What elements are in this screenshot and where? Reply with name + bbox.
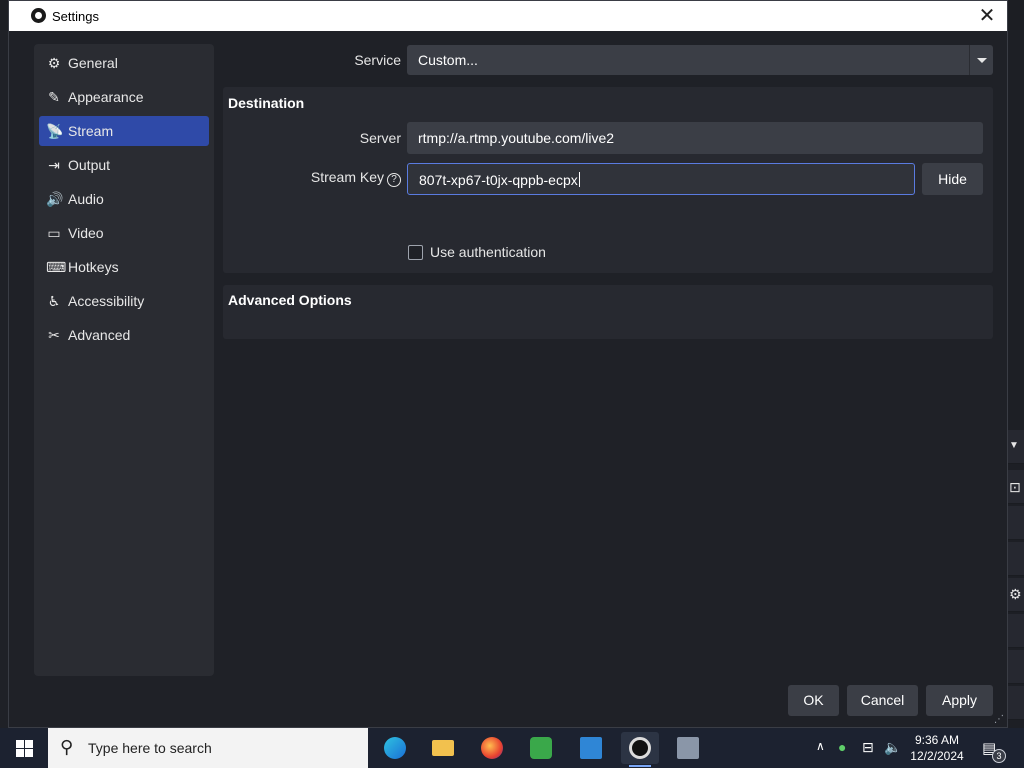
edge-icon bbox=[384, 737, 406, 759]
app-green-icon bbox=[530, 737, 552, 759]
help-icon[interactable]: ? bbox=[387, 173, 401, 187]
title-bar: Settings ✕ bbox=[9, 1, 1007, 31]
taskbar-app-green[interactable] bbox=[522, 732, 560, 764]
sidebar-item-label: Accessibility bbox=[68, 293, 145, 309]
search-placeholder: Type here to search bbox=[88, 740, 212, 756]
window-icon: ⊡ bbox=[1009, 479, 1021, 495]
search-icon: ⚲ bbox=[60, 737, 74, 757]
appearance-icon: ✎ bbox=[48, 89, 60, 105]
network-icon[interactable]: ⊟ bbox=[862, 739, 874, 756]
sidebar-item-output[interactable]: ⇥ Output bbox=[39, 150, 209, 180]
sidebar-item-label: Advanced bbox=[68, 327, 131, 343]
taskbar-clock[interactable]: 9:36 AM 12/2/2024 bbox=[906, 732, 968, 764]
windows-logo-icon bbox=[16, 740, 33, 757]
service-value: Custom... bbox=[418, 52, 478, 68]
cancel-button[interactable]: Cancel bbox=[847, 685, 918, 716]
stream-key-value: 807t-xp67-t0jx-qppb-ecpx bbox=[419, 172, 578, 188]
chevron-up-icon[interactable]: ∧ bbox=[816, 739, 825, 753]
settings-window: Settings ✕ ⚙ General ✎ Appearance 📡 Stream ⇥ Ou… bbox=[8, 0, 1008, 728]
use-authentication-checkbox[interactable] bbox=[408, 245, 423, 260]
advanced-options-title: Advanced Options bbox=[228, 292, 352, 308]
service-select[interactable]: Custom... bbox=[407, 45, 993, 75]
sidebar-item-stream[interactable]: 📡 Stream bbox=[39, 116, 209, 146]
sidebar-item-video[interactable]: ▭ Video bbox=[39, 218, 209, 248]
clock-date: 12/2/2024 bbox=[910, 749, 964, 763]
user-icon[interactable]: ● bbox=[838, 739, 846, 755]
clock-time: 9:36 AM bbox=[914, 733, 960, 747]
server-input[interactable]: rtmp://a.rtmp.youtube.com/live2 bbox=[407, 122, 983, 154]
volume-icon[interactable]: 🔈 bbox=[884, 739, 901, 756]
apply-button[interactable]: Apply bbox=[926, 685, 993, 716]
taskbar: ⚲ Type here to search ∧ ● ⊟ 🔈 9:36 AM 12… bbox=[0, 728, 1024, 768]
taskbar-app-firefox[interactable] bbox=[473, 732, 511, 764]
server-value: rtmp://a.rtmp.youtube.com/live2 bbox=[418, 130, 615, 146]
stream-key-input[interactable]: 807t-xp67-t0jx-qppb-ecpx bbox=[407, 163, 915, 195]
chevron-down-icon bbox=[977, 58, 987, 63]
text-caret bbox=[578, 172, 580, 187]
app-image-icon bbox=[677, 737, 699, 759]
sidebar-item-label: Stream bbox=[68, 123, 114, 139]
speaker-icon: 🔊 bbox=[46, 191, 64, 207]
sidebar-item-accessibility[interactable]: ♿ Accessibility bbox=[39, 286, 209, 316]
app-blue-icon bbox=[580, 737, 602, 759]
window-title: Settings bbox=[52, 9, 99, 24]
start-button[interactable] bbox=[0, 728, 48, 768]
keyboard-icon: ⌨ bbox=[46, 259, 67, 275]
obs-icon bbox=[629, 737, 651, 759]
accessibility-icon: ♿ bbox=[47, 293, 61, 309]
taskbar-app-blue[interactable] bbox=[572, 732, 610, 764]
sidebar-item-advanced[interactable]: ✂ Advanced bbox=[39, 320, 209, 350]
resize-grip-icon[interactable]: ⋰ bbox=[994, 714, 1004, 725]
sidebar-item-audio[interactable]: 🔊 Audio bbox=[39, 184, 209, 214]
sidebar-item-hotkeys[interactable]: ⌨ Hotkeys bbox=[39, 252, 209, 282]
sidebar-item-label: General bbox=[68, 55, 118, 71]
sidebar-item-label: Appearance bbox=[68, 89, 144, 105]
taskbar-app-edge[interactable] bbox=[376, 732, 414, 764]
service-dropdown-toggle[interactable] bbox=[969, 45, 993, 75]
firefox-icon bbox=[481, 737, 503, 759]
gear-icon: ⚙ bbox=[1009, 586, 1022, 602]
output-icon: ⇥ bbox=[48, 157, 60, 173]
gear-icon: ⚙ bbox=[47, 55, 61, 71]
sidebar-item-general[interactable]: ⚙ General bbox=[39, 48, 209, 78]
chevron-down-icon: ▼ bbox=[1009, 440, 1019, 451]
sidebar-item-label: Output bbox=[68, 157, 111, 173]
ok-button[interactable]: OK bbox=[788, 685, 839, 716]
sidebar-item-label: Video bbox=[68, 225, 104, 241]
sidebar-item-label: Audio bbox=[68, 191, 104, 207]
destination-title: Destination bbox=[228, 95, 305, 111]
monitor-icon: ▭ bbox=[47, 225, 61, 241]
stream-key-label-group: Stream Key? bbox=[299, 169, 401, 187]
taskbar-app-obs[interactable] bbox=[621, 732, 659, 767]
advanced-options-group: Advanced Options bbox=[223, 285, 993, 339]
file-explorer-icon bbox=[432, 740, 454, 756]
settings-sidebar: ⚙ General ✎ Appearance 📡 Stream ⇥ Output 🔊 Audio ▭… bbox=[34, 44, 214, 676]
notification-badge: 3 bbox=[992, 749, 1006, 763]
stream-key-label: Stream Key bbox=[310, 169, 384, 185]
use-authentication-label[interactable]: Use authentication bbox=[430, 244, 546, 260]
obs-logo-icon bbox=[31, 8, 46, 23]
antenna-icon: 📡 bbox=[46, 123, 64, 139]
taskbar-app-file-explorer[interactable] bbox=[424, 732, 462, 764]
server-label: Server bbox=[359, 130, 401, 146]
taskbar-search-box[interactable]: ⚲ Type here to search bbox=[48, 728, 368, 768]
hide-button[interactable]: Hide bbox=[922, 163, 983, 195]
sidebar-item-appearance[interactable]: ✎ Appearance bbox=[39, 82, 209, 112]
stream-key-value-wrap: 807t-xp67-t0jx-qppb-ecpx bbox=[419, 172, 580, 188]
wrench-icon: ✂ bbox=[48, 327, 60, 343]
sidebar-item-label: Hotkeys bbox=[68, 259, 119, 275]
close-button[interactable]: ✕ bbox=[975, 4, 999, 28]
service-label: Service bbox=[354, 52, 401, 68]
taskbar-app-image[interactable] bbox=[669, 732, 707, 764]
